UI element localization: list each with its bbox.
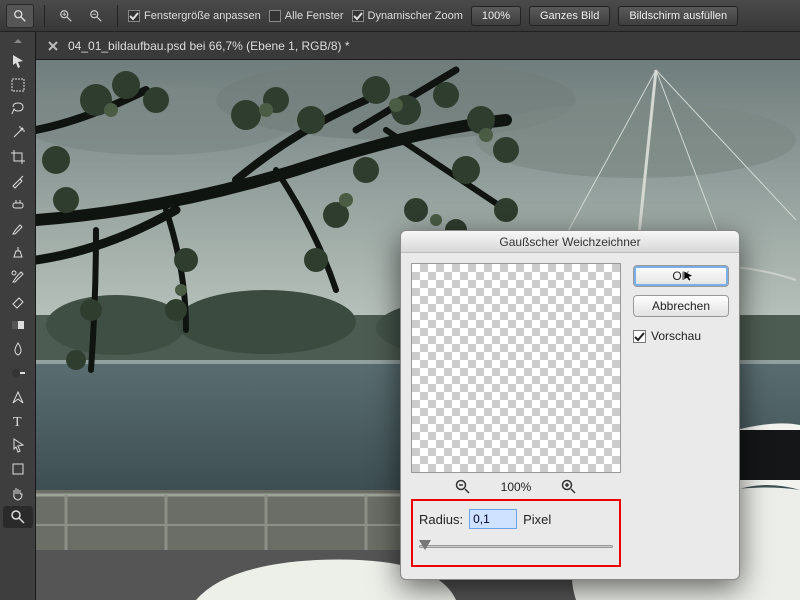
crop-tool[interactable] [3, 146, 33, 168]
dialog-title: Gaußscher Weichzeichner [401, 231, 739, 253]
healing-brush-tool[interactable] [3, 194, 33, 216]
cancel-button[interactable]: Abbrechen [633, 295, 729, 317]
preview-checkbox-label: Vorschau [651, 329, 701, 343]
shape-tool[interactable] [3, 458, 33, 480]
brush-tool[interactable] [3, 218, 33, 240]
type-tool[interactable]: T [3, 410, 33, 432]
fit-screen-button[interactable]: Ganzes Bild [529, 6, 610, 26]
cursor-icon [683, 270, 695, 282]
radius-unit: Pixel [523, 512, 551, 527]
slider-track [419, 545, 613, 548]
document-tab-bar: 04_01_bildaufbau.psd bei 66,7% (Ebene 1,… [36, 32, 800, 60]
move-tool[interactable] [3, 50, 33, 72]
fill-screen-button[interactable]: Bildschirm ausfüllen [618, 6, 738, 26]
zoom-in-button[interactable] [55, 5, 77, 27]
separator [44, 5, 45, 27]
history-brush-tool[interactable] [3, 266, 33, 288]
svg-text:T: T [13, 415, 22, 429]
hand-tool[interactable] [3, 482, 33, 504]
path-selection-tool[interactable] [3, 434, 33, 456]
preview-zoom-out-button[interactable] [455, 479, 471, 495]
preview-zoom-level: 100% [501, 480, 532, 494]
ok-button[interactable]: OK [633, 265, 729, 287]
radius-slider[interactable] [419, 539, 613, 553]
preview-checkbox[interactable]: Vorschau [633, 329, 729, 343]
marquee-tool[interactable] [3, 74, 33, 96]
tools-panel: T [0, 32, 36, 600]
lasso-tool[interactable] [3, 98, 33, 120]
separator [117, 5, 118, 27]
radius-label: Radius: [419, 512, 463, 527]
resize-to-fit-label: Fenstergröße anpassen [144, 10, 261, 22]
scrubby-zoom-checkbox[interactable]: Dynamischer Zoom [352, 10, 463, 22]
slider-thumb[interactable] [419, 540, 431, 550]
eraser-tool[interactable] [3, 290, 33, 312]
preview-zoom-in-button[interactable] [561, 479, 577, 495]
eyedropper-tool[interactable] [3, 170, 33, 192]
pen-tool[interactable] [3, 386, 33, 408]
zoom-out-button[interactable] [85, 5, 107, 27]
all-windows-label: Alle Fenster [285, 10, 344, 22]
clone-stamp-tool[interactable] [3, 242, 33, 264]
resize-to-fit-checkbox[interactable]: Fenstergröße anpassen [128, 10, 261, 22]
options-bar: Fenstergröße anpassen Alle Fenster Dynam… [0, 0, 800, 32]
magic-wand-tool[interactable] [3, 122, 33, 144]
close-tab-button[interactable] [46, 39, 60, 53]
zoom-tool[interactable] [3, 506, 33, 528]
zoom-100-button[interactable]: 100% [471, 6, 521, 26]
gradient-tool[interactable] [3, 314, 33, 336]
document-title: 04_01_bildaufbau.psd bei 66,7% (Ebene 1,… [68, 39, 350, 53]
dodge-tool[interactable] [3, 362, 33, 384]
radius-highlight-box: Radius: Pixel [411, 499, 621, 567]
current-tool-indicator[interactable] [6, 4, 34, 28]
scrubby-zoom-label: Dynamischer Zoom [368, 10, 463, 22]
panel-grip-icon[interactable] [0, 38, 35, 46]
blur-tool[interactable] [3, 338, 33, 360]
gaussian-blur-dialog: Gaußscher Weichzeichner 100% Radius: Pix… [400, 230, 740, 580]
all-windows-checkbox[interactable]: Alle Fenster [269, 10, 344, 22]
radius-input[interactable] [469, 509, 517, 529]
filter-preview[interactable] [411, 263, 621, 473]
